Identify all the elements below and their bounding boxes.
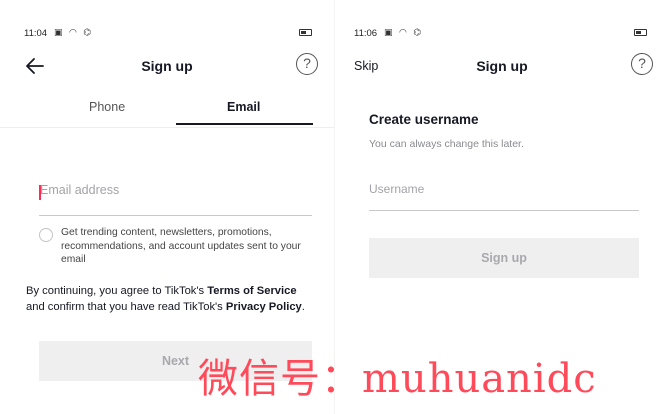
legal-suffix: . <box>301 300 305 313</box>
top-header: Skip Sign up ? <box>335 52 669 80</box>
page-title: Sign up <box>141 58 193 74</box>
consent-radio[interactable] <box>39 228 53 242</box>
email-field[interactable] <box>39 178 312 216</box>
status-bar: 11:06 ▣ ◠ ⌬ <box>354 26 655 40</box>
status-bar: 11:04 ▣ ◠ ⌬ <box>24 26 320 40</box>
create-username-subtitle: You can always change this later. <box>369 138 524 150</box>
watermark-text: 微信号：muhuanidc <box>198 356 597 402</box>
battery-icon <box>634 29 647 36</box>
status-time: 11:04 <box>24 28 48 39</box>
signup-method-tabs: Phone Email <box>0 94 334 128</box>
legal-middle: and confirm that you have read TikTok's <box>26 300 226 313</box>
page-title: Sign up <box>476 58 528 74</box>
top-header: Sign up ? <box>0 52 334 80</box>
privacy-policy-link[interactable]: Privacy Policy <box>226 301 302 313</box>
tab-email[interactable]: Email <box>227 100 260 114</box>
email-input[interactable] <box>40 183 300 197</box>
terms-of-service-link[interactable]: Terms of Service <box>207 285 296 297</box>
username-input[interactable] <box>369 182 629 196</box>
legal-notice: By continuing, you agree to TikTok's Ter… <box>26 284 316 315</box>
status-icons: ▣ ◠ ⌬ <box>54 27 94 37</box>
create-username-heading: Create username <box>369 112 479 127</box>
legal-prefix: By continuing, you agree to TikTok's <box>26 285 208 297</box>
help-icon[interactable]: ? <box>631 53 653 75</box>
help-icon[interactable]: ? <box>296 53 318 75</box>
active-tab-indicator <box>176 123 313 125</box>
battery-icon <box>299 29 312 36</box>
username-field[interactable] <box>369 176 639 211</box>
status-icons: ▣ ◠ ⌬ <box>384 27 424 37</box>
sign-up-button[interactable]: Sign up <box>369 238 639 278</box>
status-time: 11:06 <box>354 28 378 39</box>
consent-text: Get trending content, newsletters, promo… <box>61 227 301 265</box>
tab-phone[interactable]: Phone <box>89 100 125 114</box>
